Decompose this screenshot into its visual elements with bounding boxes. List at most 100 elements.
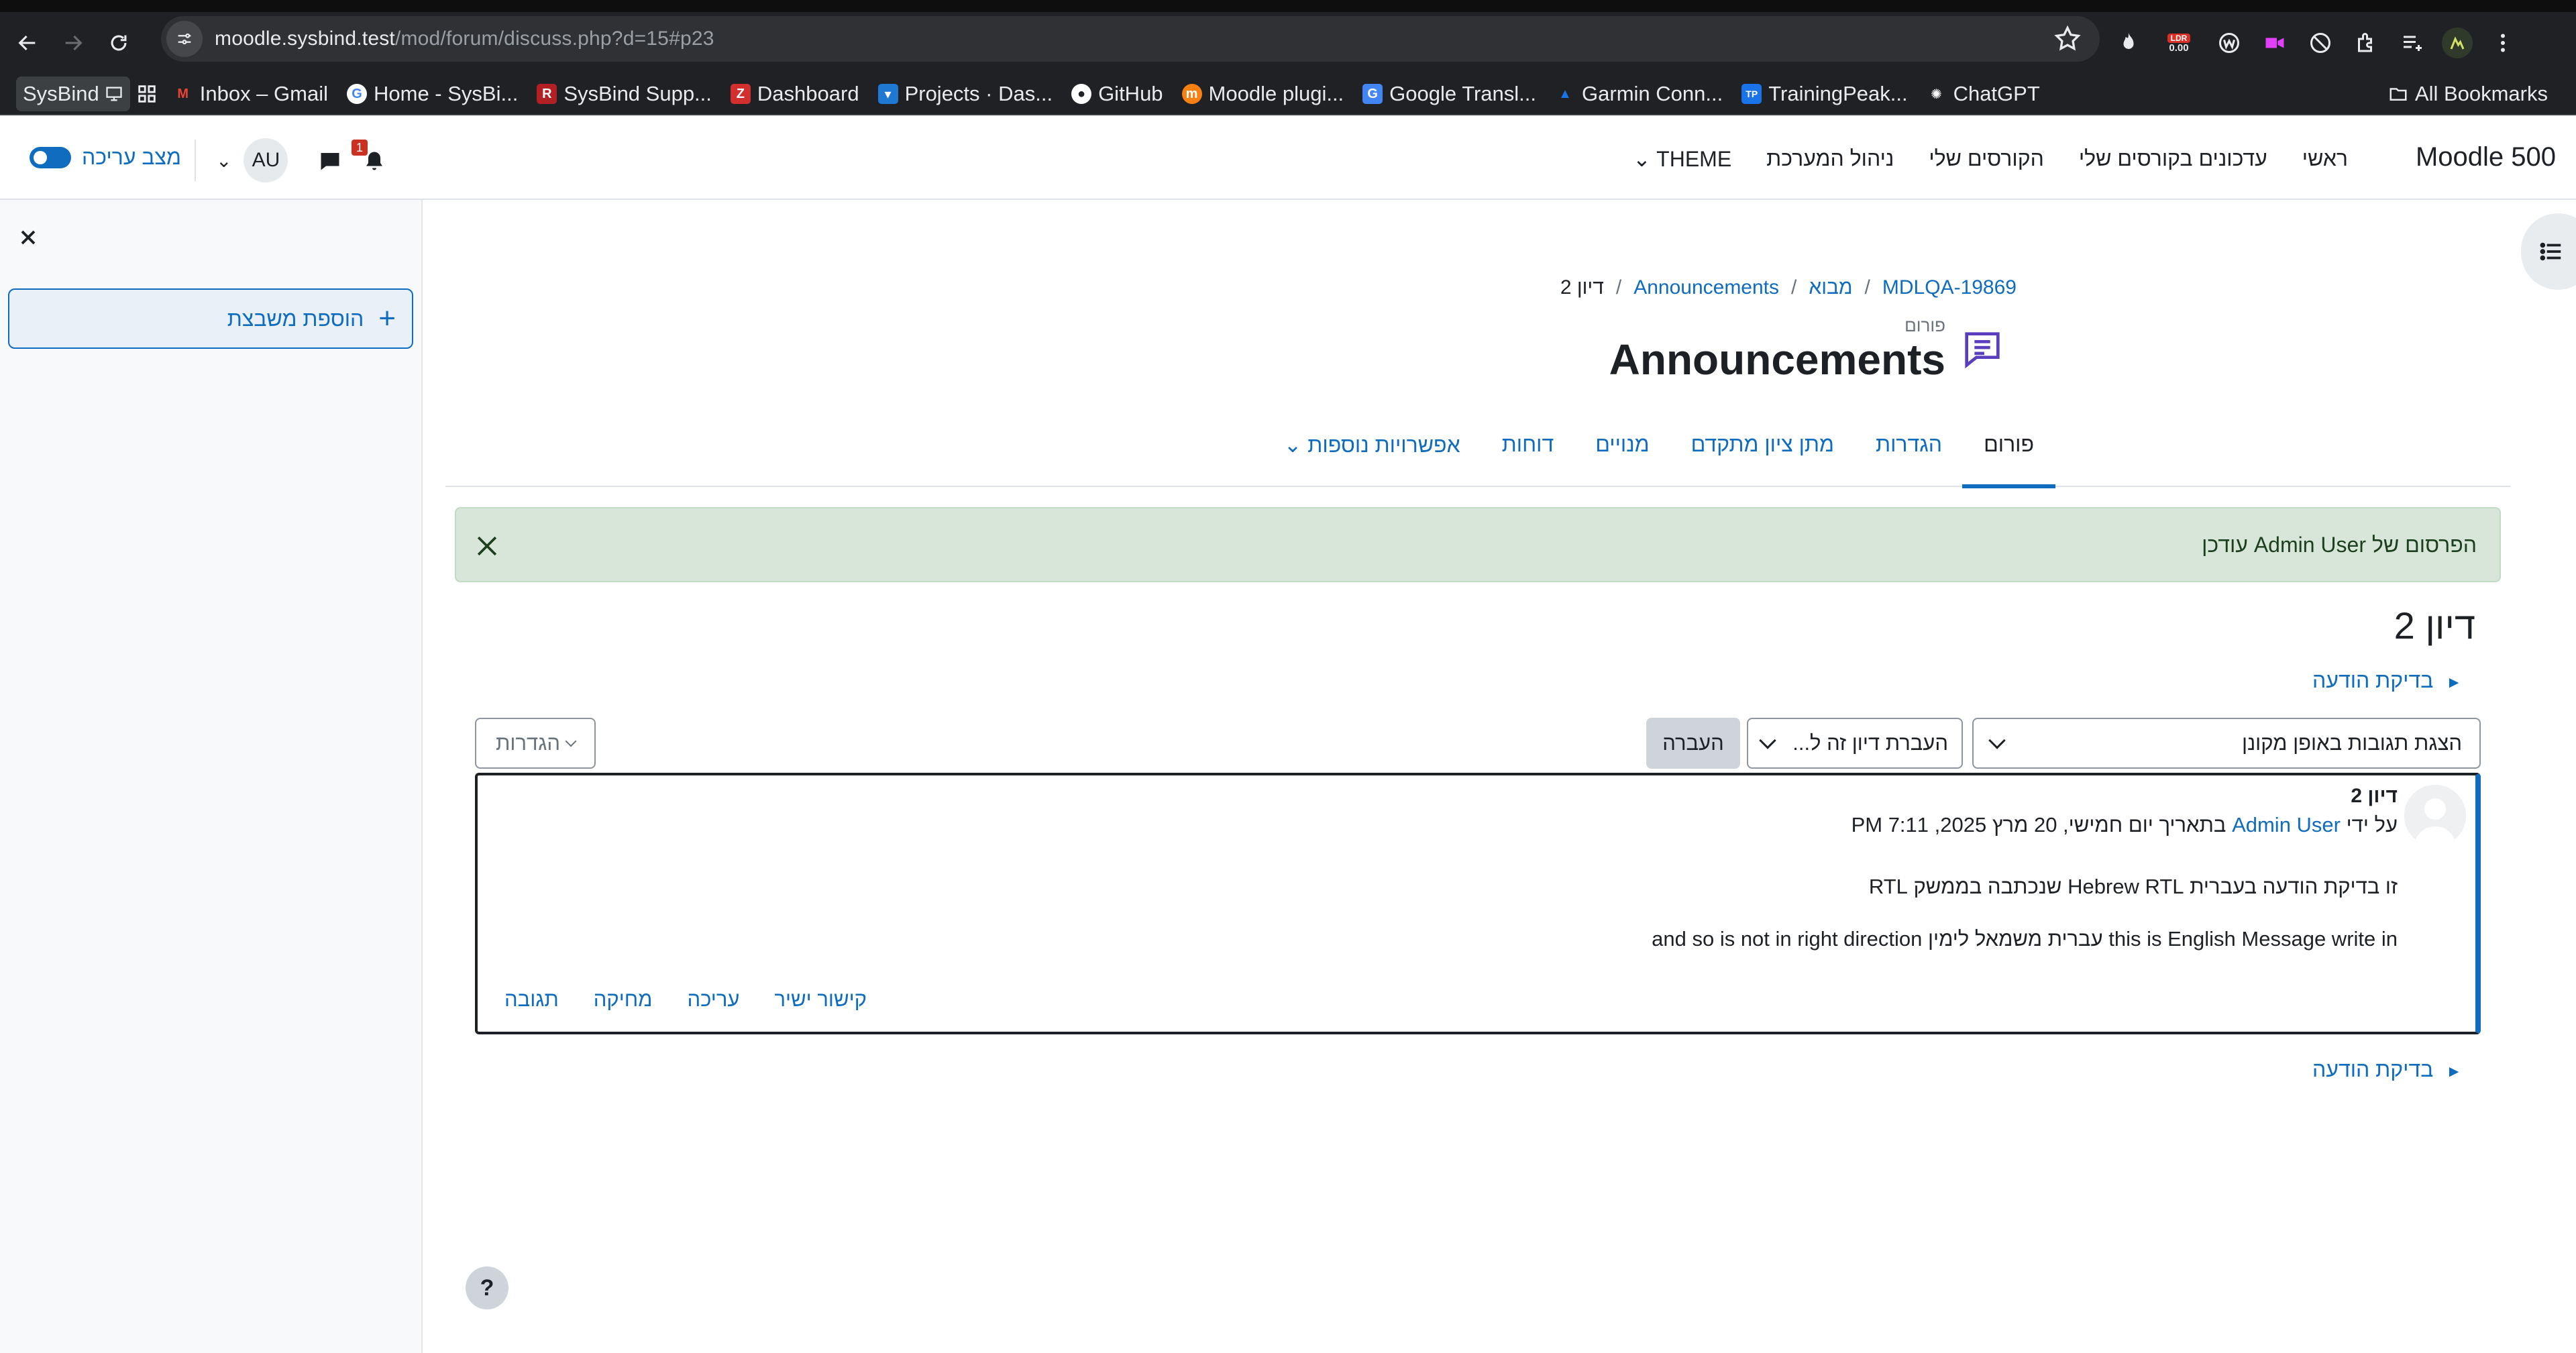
edit-link[interactable]: עריכה xyxy=(687,987,739,1012)
post-byline: על ידי Admin User בתאריך יום חמישי, 20 מ… xyxy=(1851,813,2398,836)
bookmark-dashboard[interactable]: Z Dashboard xyxy=(721,76,869,111)
nav-home[interactable]: ראשי xyxy=(2302,146,2348,172)
display-mode-select[interactable]: הצגת תגובות באופן מקונן xyxy=(1972,718,2481,769)
messages-icon[interactable] xyxy=(318,149,342,173)
check-message-link-bottom[interactable]: ► בדיקת הודעה xyxy=(2312,1057,2462,1082)
breadcrumb-separator: / xyxy=(1791,276,1797,299)
bookmark-sysbind[interactable]: SysBind xyxy=(16,76,130,111)
reply-link[interactable]: תגובה xyxy=(504,987,559,1012)
bookmark-trainingpeaks[interactable]: TP TrainingPeak... xyxy=(1732,76,1917,111)
wappalyzer-icon[interactable] xyxy=(2214,28,2245,58)
forum-icon xyxy=(1965,332,2000,368)
all-bookmarks[interactable]: All Bookmarks xyxy=(2379,76,2557,111)
edit-mode-label: מצב עריכה xyxy=(82,145,181,169)
bookmark-github[interactable]: ● GitHub xyxy=(1062,76,1172,111)
zendesk-icon: Z xyxy=(730,84,751,104)
list-icon xyxy=(2540,242,2561,261)
translate-icon: G xyxy=(1362,84,1383,104)
google-icon: G xyxy=(347,84,367,104)
chevron-down-icon xyxy=(1988,732,2006,749)
user-avatar[interactable]: AU xyxy=(244,138,288,182)
permalink-link[interactable]: קישור ישיר xyxy=(774,987,867,1012)
course-index-toggle[interactable] xyxy=(2521,213,2576,290)
navbar-divider xyxy=(195,140,196,181)
extensions-puzzle-icon[interactable] xyxy=(2351,28,2381,58)
tab-settings[interactable]: הגדרות xyxy=(1876,432,1942,457)
address-bar[interactable]: moodle.sysbind.test/mod/forum/discuss.ph… xyxy=(161,16,2100,62)
close-icon[interactable] xyxy=(16,225,40,250)
breadcrumb-course[interactable]: MDLQA-19869 xyxy=(1882,276,2017,299)
tab-advanced-grading[interactable]: מתן ציון מתקדם xyxy=(1691,432,1834,457)
move-discussion-value: העברת דיון זה ל... xyxy=(1792,731,1948,755)
page-title: Announcements xyxy=(1609,335,1945,384)
garmin-icon: ▲ xyxy=(1558,86,1572,101)
triangle-right-icon: ► xyxy=(2446,673,2462,692)
tab-subscriptions[interactable]: מנויים xyxy=(1595,432,1649,457)
screen-recorder-icon[interactable] xyxy=(2259,28,2290,58)
tab-more-options[interactable]: אפשרויות נוספות xyxy=(1284,432,1460,457)
triangle-right-icon: ► xyxy=(2446,1063,2462,1081)
breadcrumb-separator: / xyxy=(1864,276,1870,299)
block-extension-icon[interactable] xyxy=(2305,28,2336,58)
discussion-settings-button[interactable]: הגדרות xyxy=(475,718,596,769)
browser-menu-icon[interactable] xyxy=(2487,28,2518,58)
bookmarks-bar: SysBind M Inbox – Gmail G Home - SysBi..… xyxy=(0,74,2576,115)
bookmark-home-sysbind[interactable]: G Home - SysBi... xyxy=(337,76,527,111)
author-avatar[interactable] xyxy=(2404,785,2466,847)
reload-button[interactable] xyxy=(101,25,137,61)
check-message-link-top[interactable]: ► בדיקת הודעה xyxy=(2312,668,2462,693)
bookmark-moodle-plugins[interactable]: m Moodle plugi... xyxy=(1173,76,1354,111)
apps-grid-icon[interactable] xyxy=(130,76,164,111)
back-button[interactable] xyxy=(9,25,46,61)
display-mode-value: הצגת תגובות באופן מקונן xyxy=(2242,731,2462,755)
tab-forum[interactable]: פורום xyxy=(1962,432,2055,488)
bookmark-garmin[interactable]: ▲ Garmin Conn... xyxy=(1546,76,1732,111)
nav-my-course-updates[interactable]: עדכונים בקורסים שלי xyxy=(2079,146,2267,172)
delete-link[interactable]: מחיקה xyxy=(594,987,653,1012)
nav-site-admin[interactable]: ניהול המערכת xyxy=(1766,146,1894,172)
edit-mode-switch[interactable]: מצב עריכה xyxy=(30,145,181,170)
fire-extension-icon[interactable] xyxy=(2113,28,2144,58)
moodle-navbar: Moodle 500 ראשי עדכונים בקורסים שלי הקור… xyxy=(0,115,2576,200)
bookmark-gmail[interactable]: M Inbox – Gmail xyxy=(164,76,337,111)
tab-reports[interactable]: דוחות xyxy=(1502,432,1554,457)
breadcrumb-section[interactable]: מבוא xyxy=(1809,276,1852,299)
bookmark-star-icon[interactable] xyxy=(2053,24,2082,54)
folder-icon xyxy=(2390,88,2407,101)
reading-list-icon[interactable] xyxy=(2396,28,2427,58)
edit-mode-toggle[interactable] xyxy=(30,146,71,168)
profile-avatar-icon[interactable] xyxy=(2442,28,2473,58)
chevron-down-icon: ⌄ xyxy=(216,150,232,171)
bookmark-projects[interactable]: ▾ Projects · Das... xyxy=(869,76,1063,111)
window-top-strip xyxy=(0,0,2576,12)
help-button[interactable]: ? xyxy=(466,1266,508,1309)
browser-toolbar: moodle.sysbind.test/mod/forum/discuss.ph… xyxy=(0,12,2576,74)
forum-post: דיון 2 על ידי Admin User בתאריך יום חמיש… xyxy=(475,773,2481,1034)
url-text: moodle.sysbind.test/mod/forum/discuss.ph… xyxy=(215,28,714,50)
success-alert: הפרסום של Admin User עודכן xyxy=(455,507,2501,582)
bookmark-chatgpt[interactable]: ✺ ChatGPT xyxy=(1917,76,2049,111)
post-author-link[interactable]: Admin User xyxy=(2232,813,2341,836)
moodle-icon: m xyxy=(1181,84,1202,104)
nav-my-courses[interactable]: הקורסים שלי xyxy=(1929,146,2043,172)
forward-button[interactable] xyxy=(55,25,91,61)
user-menu[interactable]: ⌄ AU xyxy=(216,138,288,182)
computer-icon xyxy=(106,87,122,101)
chevron-down-icon xyxy=(565,735,577,747)
site-info-icon[interactable] xyxy=(166,21,203,57)
move-button[interactable]: העברה xyxy=(1646,718,1740,769)
github-icon: ● xyxy=(1071,84,1092,104)
add-block-button[interactable]: הוספת משבצת + xyxy=(8,288,413,349)
alert-message: הפרסום של Admin User עודכן xyxy=(2202,533,2477,557)
move-discussion-select[interactable]: העברת דיון זה ל... xyxy=(1747,718,1963,769)
bookmark-google-translate[interactable]: G Google Transl... xyxy=(1353,76,1546,111)
site-brand[interactable]: Moodle 500 xyxy=(2416,142,2556,172)
plus-icon: + xyxy=(378,302,396,335)
close-icon[interactable] xyxy=(472,531,502,561)
breadcrumb-forum[interactable]: Announcements xyxy=(1633,276,1779,299)
bookmark-sysbind-support[interactable]: R SysBind Supp... xyxy=(527,76,721,111)
nav-theme-dropdown[interactable]: THEME xyxy=(1633,146,1731,172)
post-content-line: זו בדיקת הודעה בעברית Hebrew RTL שנכתבה … xyxy=(1868,875,2398,898)
breadcrumb: MDLQA-19869 / מבוא / Announcements / דיו… xyxy=(1560,276,2017,299)
ldr-extension[interactable]: LDR 0.00 xyxy=(2159,28,2199,58)
